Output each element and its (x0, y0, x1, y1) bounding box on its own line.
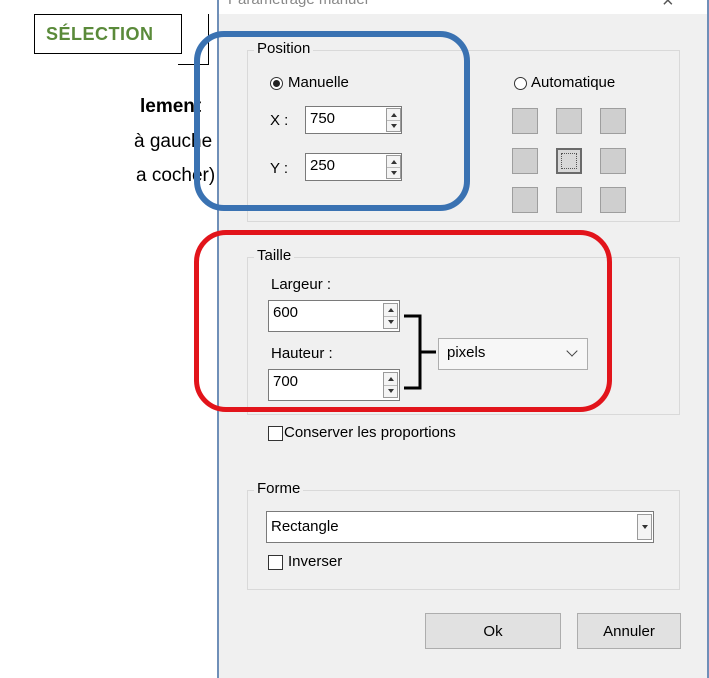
anchor-top-left[interactable] (512, 108, 538, 134)
shape-select[interactable]: Rectangle (266, 511, 654, 543)
size-highlight (194, 230, 612, 412)
anchor-middle-left[interactable] (512, 148, 538, 174)
anchor-center[interactable] (556, 148, 582, 174)
cancel-button-label: Annuler (603, 622, 655, 640)
invert-label: Inverser (288, 553, 343, 570)
automatic-radio[interactable] (514, 77, 527, 90)
dialog-title: Paramétrage manuel (228, 0, 368, 8)
position-highlight (194, 31, 470, 211)
keep-proportions-label: Conserver les proportions (284, 424, 456, 441)
automatic-radio-label: Automatique (531, 74, 616, 91)
shape-group-title: Forme (254, 480, 304, 497)
keep-proportions-checkbox[interactable] (268, 426, 283, 441)
anchor-bottom-left[interactable] (512, 187, 538, 213)
anchor-bottom-right[interactable] (600, 187, 626, 213)
close-icon[interactable]: × (662, 0, 674, 13)
cancel-button[interactable]: Annuler (577, 613, 681, 649)
chevron-down-icon[interactable] (637, 514, 652, 540)
selection-label: SÉLECTION (46, 24, 154, 44)
anchor-top-center[interactable] (556, 108, 582, 134)
ok-button-label: Ok (483, 622, 503, 640)
anchor-middle-right[interactable] (600, 148, 626, 174)
invert-checkbox[interactable] (268, 555, 283, 570)
ok-button[interactable]: Ok (425, 613, 561, 649)
anchor-top-right[interactable] (600, 108, 626, 134)
anchor-bottom-center[interactable] (556, 187, 582, 213)
doc-text-line-1: lement (140, 96, 202, 117)
